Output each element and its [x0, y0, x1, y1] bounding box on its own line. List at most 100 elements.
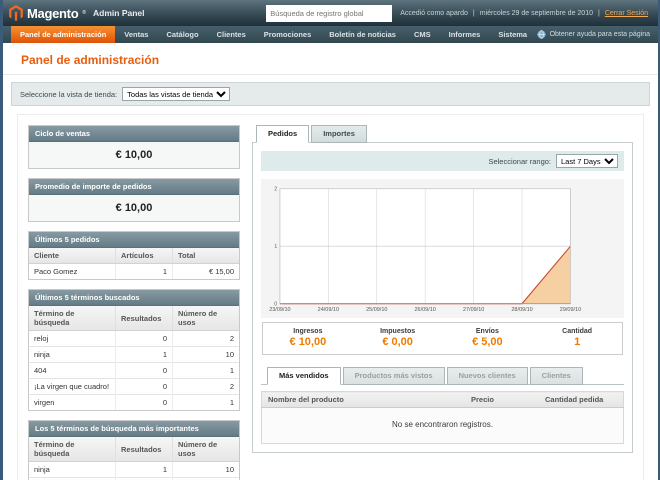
table-cell: reloj [29, 331, 116, 347]
store-view-label: Seleccione la vista de tienda: [20, 90, 117, 99]
store-view-select[interactable]: Todas las vistas de tienda [122, 87, 230, 101]
tab-productos-m-s-vistos[interactable]: Productos más vistos [343, 367, 445, 385]
stat-label: Envíos [443, 328, 533, 335]
nav-item-panel-de-administraci-n[interactable]: Panel de administración [11, 26, 115, 43]
last-orders-table: ClienteArtículosTotalPaco Gomez1€ 15,00 [29, 248, 239, 279]
nav-item-sistema[interactable]: Sistema [489, 26, 536, 43]
svg-text:25/09/10: 25/09/10 [366, 307, 387, 313]
grid-tabs: Más vendidosProductos más vistosNuevos c… [261, 367, 624, 385]
page-title: Panel de administración [21, 53, 658, 67]
nav-item-cat-logo[interactable]: Catálogo [157, 26, 207, 43]
totals-row: Ingresos€ 10,00Impuestos€ 0,00Envíos€ 5,… [262, 322, 623, 355]
column-header: Precio [465, 392, 539, 408]
title-bar: Panel de administración [3, 43, 658, 75]
average-orders-box: Promedio de importe de pedidos € 10,00 [28, 178, 240, 222]
svg-text:24/09/10: 24/09/10 [318, 307, 339, 313]
stat-label: Impuestos [353, 328, 443, 335]
average-orders-value: € 10,00 [29, 195, 239, 221]
logged-in-text: Accedió como apardo [400, 10, 468, 17]
page: Magento ® Admin Panel Accedió como apard… [0, 0, 660, 480]
top-search-terms-box: Los 5 términos de búsqueda más important… [28, 420, 240, 480]
table-cell: Paco Gomez [29, 264, 116, 280]
empty-message: No se encontraron registros. [262, 408, 624, 444]
tab-m-s-vendidos[interactable]: Más vendidos [267, 367, 341, 385]
table-row: reloj02 [29, 331, 239, 347]
table-cell: 404 [29, 363, 116, 379]
column-header: Cliente [29, 248, 116, 264]
table-cell: 0 [116, 379, 173, 395]
table-header-row: ClienteArtículosTotal [29, 248, 239, 264]
orders-chart-svg: 01223/09/1024/09/1025/09/1026/09/1027/09… [263, 182, 584, 317]
last-orders-box: Últimos 5 pedidos ClienteArtículosTotalP… [28, 231, 240, 280]
nav-item-ventas[interactable]: Ventas [115, 26, 157, 43]
table-cell: 1 [173, 395, 240, 411]
main-nav: Panel de administraciónVentasCatálogoCli… [3, 26, 658, 43]
dashboard-sidebar: Ciclo de ventas € 10,00 Promedio de impo… [28, 125, 240, 480]
table-row: ¡La virgen que cuadro!02 [29, 379, 239, 395]
stat-env-os: Envíos€ 5,00 [443, 328, 533, 348]
stat-value: € 0,00 [353, 336, 443, 348]
column-header: Término de búsqueda [29, 306, 116, 331]
box-title: Los 5 términos de búsqueda más important… [29, 421, 239, 437]
table-cell: ¡La virgen que cuadro! [29, 379, 116, 395]
last-search-terms-box: Últimos 5 términos buscados Término de b… [28, 289, 240, 411]
column-header: Término de búsqueda [29, 437, 116, 462]
table-row: Paco Gomez1€ 15,00 [29, 264, 239, 280]
nav-item-promociones[interactable]: Promociones [255, 26, 321, 43]
table-cell: 10 [173, 347, 240, 363]
column-header: Resultados [116, 437, 173, 462]
tab-importes[interactable]: Importes [311, 125, 367, 143]
orders-chart: 01223/09/1024/09/1025/09/1026/09/1027/09… [261, 179, 624, 318]
tab-clientes[interactable]: Clientes [530, 367, 583, 385]
nav-menu: Panel de administraciónVentasCatálogoCli… [11, 26, 536, 43]
tab-nuevos-clientes[interactable]: Nuevos clientes [447, 367, 528, 385]
column-header: Cantidad pedida [539, 392, 624, 408]
dashboard-content: Ciclo de ventas € 10,00 Promedio de impo… [17, 114, 644, 480]
nav-item-informes[interactable]: Informes [440, 26, 490, 43]
range-select[interactable]: Last 7 Days [556, 154, 618, 168]
magento-logo-icon [9, 5, 23, 21]
table-cell: € 15,00 [173, 264, 240, 280]
lifetime-sales-value: € 10,00 [29, 142, 239, 168]
help-link[interactable]: Obtener ayuda para esta página [537, 26, 650, 43]
separator: | [598, 10, 600, 17]
table-cell: 0 [116, 395, 173, 411]
current-date: miércoles 29 de septiembre de 2010 [480, 10, 593, 17]
empty-row: No se encontraron registros. [262, 408, 624, 444]
table-cell: 0 [116, 363, 173, 379]
logout-link[interactable]: Cerrar Sesión [605, 10, 648, 17]
table-cell: ninja [29, 462, 116, 478]
box-title: Últimos 5 pedidos [29, 232, 239, 248]
nav-item-bolet-n-de-noticias[interactable]: Boletín de noticias [320, 26, 405, 43]
table-cell: 1 [173, 363, 240, 379]
stat-value: € 5,00 [443, 336, 533, 348]
global-search-input[interactable] [266, 5, 392, 22]
column-header: Nombre del producto [262, 392, 466, 408]
svg-text:29/09/10: 29/09/10 [560, 307, 581, 313]
table-header-row: Nombre del productoPrecioCantidad pedida [262, 392, 624, 408]
tab-pedidos[interactable]: Pedidos [256, 125, 309, 143]
stat-cantidad: Cantidad1 [532, 328, 622, 348]
svg-text:28/09/10: 28/09/10 [511, 307, 532, 313]
store-view-bar: Seleccione la vista de tienda: Todas las… [11, 82, 650, 106]
box-title: Promedio de importe de pedidos [29, 179, 239, 195]
help-label: Obtener ayuda para esta página [550, 31, 650, 38]
logo-subtitle: Admin Panel [93, 8, 144, 18]
top-search-terms-table: Término de búsquedaResultadosNúmero de u… [29, 437, 239, 480]
magento-logo: Magento ® Admin Panel [9, 5, 145, 21]
svg-text:1: 1 [274, 244, 277, 250]
column-header: Total [173, 248, 240, 264]
column-header: Número de usos [173, 306, 240, 331]
stat-ingresos: Ingresos€ 10,00 [263, 328, 353, 348]
nav-item-clientes[interactable]: Clientes [208, 26, 255, 43]
diagram-tabs: PedidosImportes [252, 125, 633, 142]
help-icon [537, 30, 546, 39]
logo-title: Magento [27, 6, 78, 21]
box-title: Últimos 5 términos buscados [29, 290, 239, 306]
table-row: ninja110 [29, 347, 239, 363]
diagram-panel: Seleccionar rango: Last 7 Days 01223/09/… [252, 142, 633, 453]
table-cell: 0 [116, 331, 173, 347]
svg-text:26/09/10: 26/09/10 [415, 307, 436, 313]
stat-impuestos: Impuestos€ 0,00 [353, 328, 443, 348]
nav-item-cms[interactable]: CMS [405, 26, 440, 43]
